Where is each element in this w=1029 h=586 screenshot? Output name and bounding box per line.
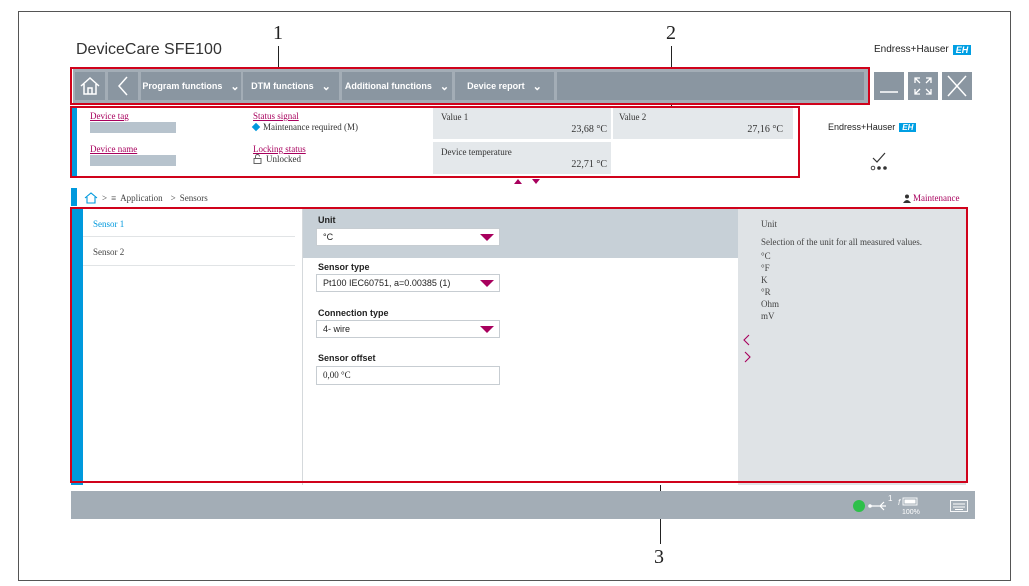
brand-mark: EH	[952, 44, 972, 55]
usb-icon	[868, 501, 886, 511]
home-icon[interactable]	[84, 192, 98, 204]
breadcrumb-accent-bar	[71, 188, 77, 206]
svg-text:f: f	[898, 498, 901, 507]
user-role[interactable]: Maintenance	[903, 193, 959, 203]
connection-status-icon	[853, 500, 865, 512]
close-button[interactable]	[942, 72, 972, 100]
collapse-up-icon	[514, 179, 522, 184]
breadcrumb-separator: >	[102, 193, 108, 203]
brand-name: Endress+Hauser	[874, 44, 949, 55]
user-role-label: Maintenance	[913, 193, 960, 203]
callout-1: 1	[273, 22, 283, 44]
breadcrumb-sensors[interactable]: Sensors	[180, 193, 208, 203]
breadcrumb: > ≡ Application > Sensors	[84, 192, 208, 204]
battery-level: 100%	[902, 509, 920, 516]
header-collapse-toggle[interactable]	[514, 179, 540, 184]
breadcrumb-separator: >	[170, 193, 176, 203]
close-icon	[947, 75, 967, 97]
device-status-ok-icon	[870, 152, 887, 171]
highlight-toolbar	[70, 67, 870, 105]
header-brand-mark: EH	[899, 122, 917, 132]
keyboard-icon[interactable]	[950, 500, 968, 512]
expand-icon	[914, 77, 932, 95]
callout-3: 3	[654, 546, 664, 568]
user-icon	[903, 194, 911, 203]
highlight-main	[70, 207, 968, 483]
callout-1-line	[278, 46, 279, 68]
header-brand-logo: Endress+Hauser EH	[828, 122, 917, 132]
app-title: DeviceCare SFE100	[76, 41, 222, 58]
brand-logo: Endress+Hauser EH	[874, 44, 972, 55]
status-bar	[71, 491, 975, 519]
breadcrumb-application[interactable]: Application	[120, 193, 163, 203]
minimize-icon	[880, 91, 898, 93]
menu-lines-icon: ≡	[111, 193, 117, 203]
highlight-header	[70, 106, 800, 178]
minimize-button[interactable]	[874, 72, 904, 100]
battery-icon: f	[898, 497, 918, 507]
usb-count: 1	[888, 494, 893, 503]
header-brand-name: Endress+Hauser	[828, 122, 896, 132]
callout-2: 2	[666, 22, 676, 44]
maximize-button[interactable]	[908, 72, 938, 100]
expand-down-icon	[532, 179, 540, 184]
